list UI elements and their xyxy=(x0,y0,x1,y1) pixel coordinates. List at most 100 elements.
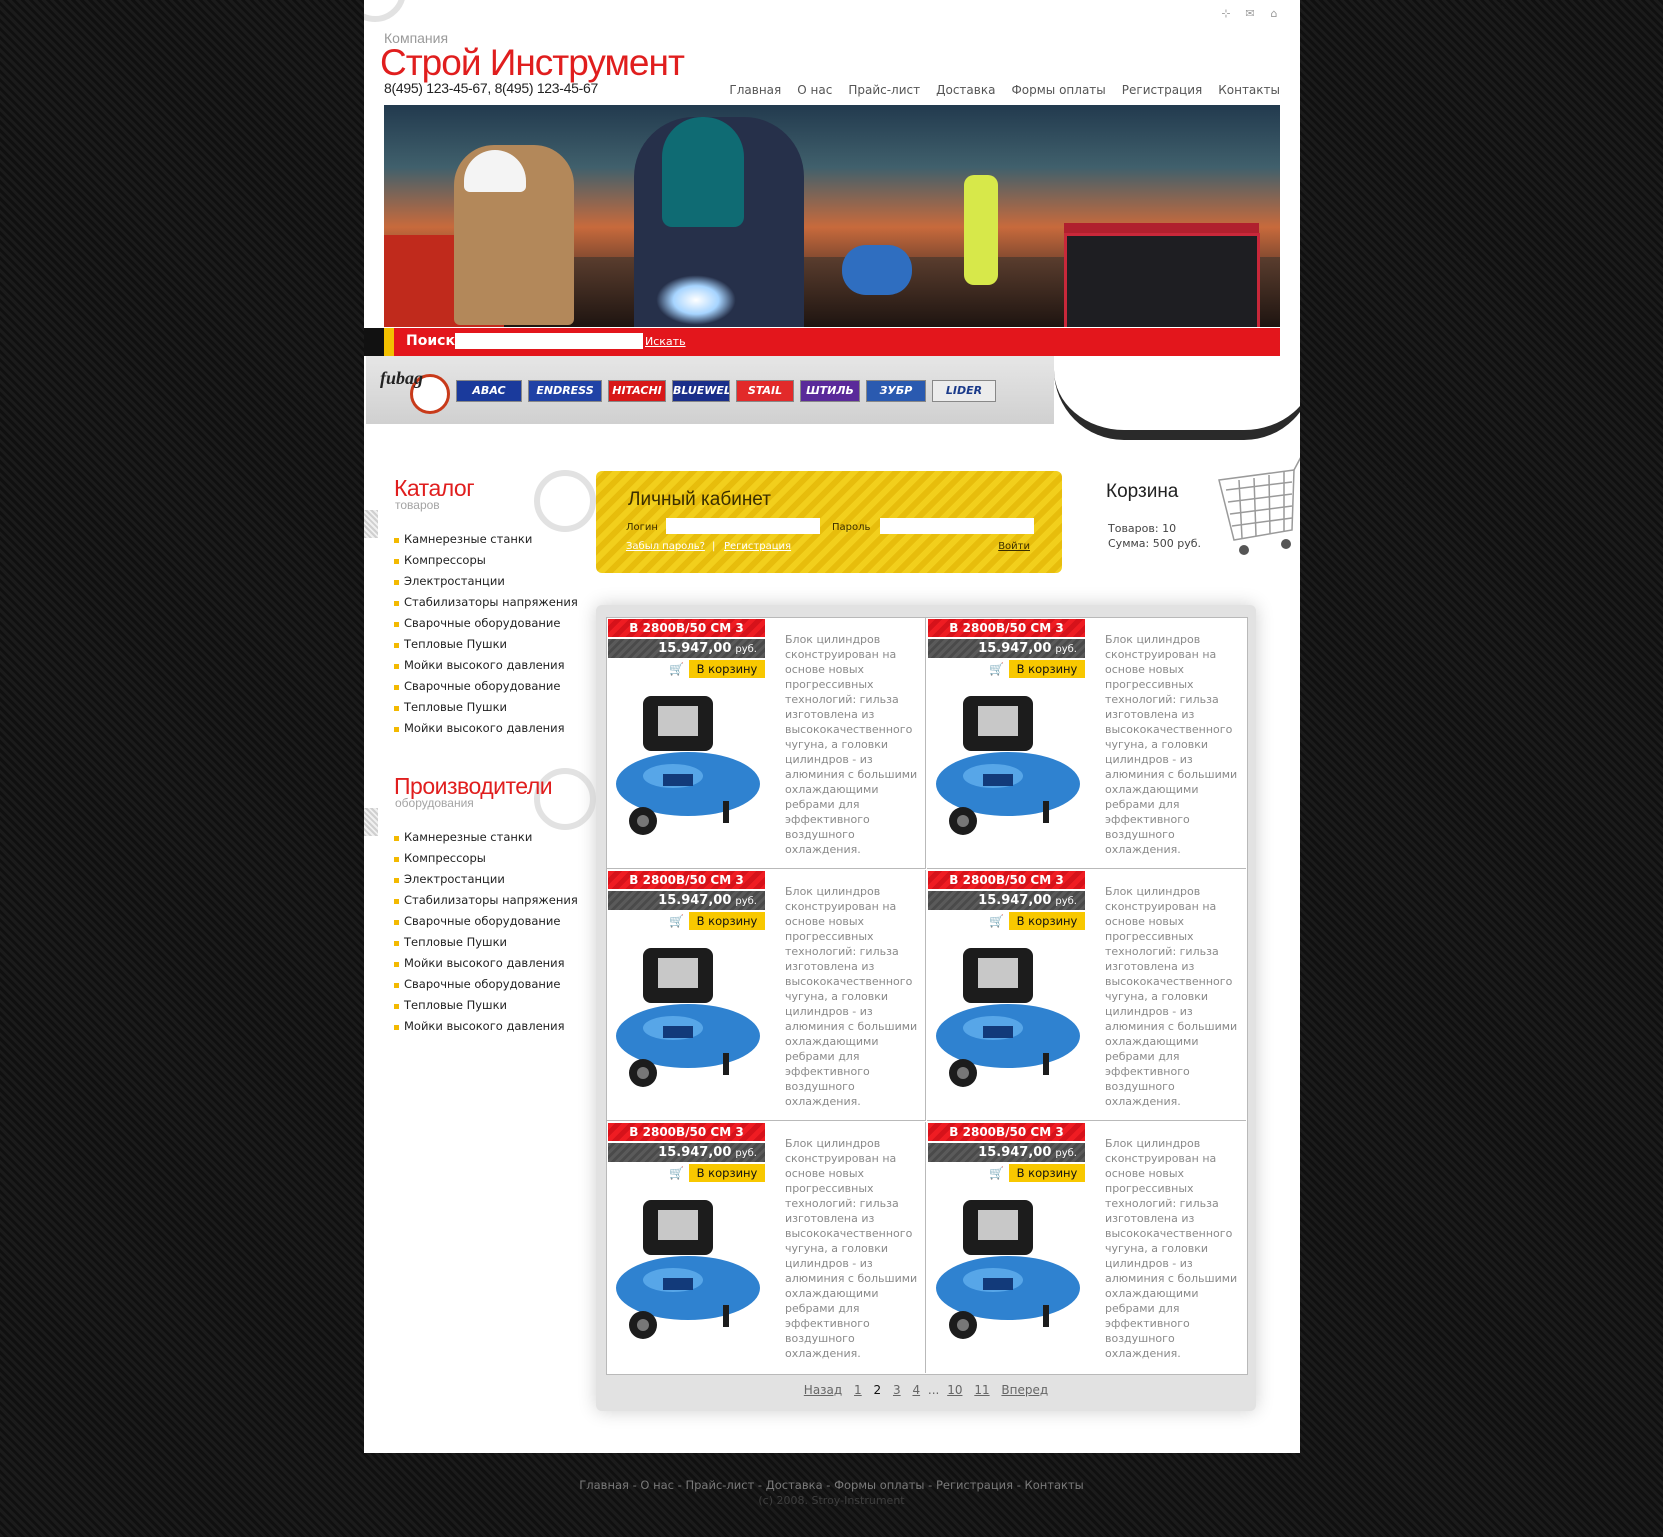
pager-page[interactable]: 4 xyxy=(912,1383,920,1397)
product-name[interactable]: В 2800В/50 СМ 3 xyxy=(608,1123,765,1141)
shopping-cart-icon[interactable] xyxy=(1214,450,1300,560)
nav-about[interactable]: О нас xyxy=(797,83,832,97)
footer-link-pricelist[interactable]: Прайс-лист xyxy=(685,1478,754,1492)
pager-current-page: 2 xyxy=(873,1383,882,1397)
makers-list: Камнерезные станки Компрессоры Электрост… xyxy=(392,830,578,1040)
compressor-image[interactable] xyxy=(933,696,1083,846)
maker-item[interactable]: Тепловые Пушки xyxy=(392,998,562,1019)
catalog-item[interactable]: Стабилизаторы напряжения xyxy=(392,595,578,616)
sitemap-icon[interactable]: ⊹ xyxy=(1220,8,1232,20)
catalog-item[interactable]: Тепловые Пушки xyxy=(392,700,562,721)
brand-logo-endress[interactable]: ENDRESS xyxy=(528,380,602,402)
page-container: ⊹ ✉ ⌂ Компания Строй Инструмент 8(495) 1… xyxy=(364,0,1300,1453)
product-description: Блок цилиндров сконструирован на основе … xyxy=(1105,633,1238,856)
nav-contacts[interactable]: Контакты xyxy=(1218,83,1280,97)
home-icon[interactable]: ⌂ xyxy=(1268,8,1280,20)
brand-logo-blueweld[interactable]: BLUEWELD xyxy=(672,380,730,402)
catalog-item[interactable]: Камнерезные станки xyxy=(392,532,562,553)
forgot-password-link[interactable]: Забыл пароль? xyxy=(626,541,705,552)
catalog-item[interactable]: Сварочные оборудование xyxy=(392,616,562,637)
product-name[interactable]: В 2800В/50 СМ 3 xyxy=(928,619,1085,637)
brand-logo-shtil[interactable]: ШТИЛЬ xyxy=(800,380,860,402)
brand-logo-abac[interactable]: ABAC xyxy=(456,380,522,402)
compressor-image[interactable] xyxy=(613,948,763,1098)
generator-cable xyxy=(1054,370,1300,440)
brand-logo-stail[interactable]: STAIL xyxy=(736,380,794,402)
price-currency: руб. xyxy=(735,644,757,655)
add-to-cart-button[interactable]: В корзину xyxy=(689,912,765,930)
compressor-image[interactable] xyxy=(933,948,1083,1098)
brand-logo-lider[interactable]: LIDER xyxy=(932,380,996,402)
product-card: В 2800В/50 СМ 3 15.947,00 руб. 🛒 В корзин… xyxy=(927,870,1246,1121)
maker-item[interactable]: Сварочные оборудование xyxy=(392,914,562,935)
cart-icon: 🛒 xyxy=(669,914,684,928)
compressor-image[interactable] xyxy=(613,1200,763,1350)
catalog-item[interactable]: Сварочные оборудование xyxy=(392,679,562,700)
add-to-cart-button[interactable]: В корзину xyxy=(689,660,765,678)
nav-delivery[interactable]: Доставка xyxy=(936,83,995,97)
product-grid-panel: В 2800В/50 СМ 3 15.947,00 руб. 🛒 В корзин… xyxy=(596,605,1256,1411)
maker-item[interactable]: Камнерезные станки xyxy=(392,830,562,851)
login-field[interactable] xyxy=(666,518,820,534)
pager-prev[interactable]: Назад xyxy=(804,1383,842,1397)
footer-link-delivery[interactable]: Доставка xyxy=(766,1478,823,1492)
product-name[interactable]: В 2800В/50 СМ 3 xyxy=(608,619,765,637)
search-label: Поиск xyxy=(406,333,455,349)
product-price: 15.947,00 руб. xyxy=(928,1143,1085,1162)
price-value: 15.947,00 xyxy=(978,893,1052,908)
product-description: Блок цилиндров сконструирован на основе … xyxy=(785,885,918,1108)
add-to-cart-button[interactable]: В корзину xyxy=(689,1164,765,1182)
footer-separator: - xyxy=(674,1478,686,1492)
add-to-cart-button[interactable]: В корзину xyxy=(1009,1164,1085,1182)
footer-link-registration[interactable]: Регистрация xyxy=(936,1478,1013,1492)
pager-page[interactable]: 1 xyxy=(854,1383,862,1397)
maker-item[interactable]: Электростанции xyxy=(392,872,562,893)
decor-swirl xyxy=(534,470,596,532)
nav-registration[interactable]: Регистрация xyxy=(1122,83,1202,97)
cart-icon: 🛒 xyxy=(989,662,1004,676)
product-name[interactable]: В 2800В/50 СМ 3 xyxy=(608,871,765,889)
cart-icon: 🛒 xyxy=(669,662,684,676)
add-to-cart-button[interactable]: В корзину xyxy=(1009,912,1085,930)
mail-icon[interactable]: ✉ xyxy=(1244,8,1256,20)
footer-link-home[interactable]: Главная xyxy=(579,1478,629,1492)
pager-next[interactable]: Вперед xyxy=(1001,1383,1048,1397)
pager-page[interactable]: 11 xyxy=(974,1383,989,1397)
nav-payment[interactable]: Формы оплаты xyxy=(1011,83,1105,97)
compressor-image[interactable] xyxy=(933,1200,1083,1350)
search-button[interactable]: Искать xyxy=(645,335,686,348)
maker-item[interactable]: Тепловые Пушки xyxy=(392,935,562,956)
nav-pricelist[interactable]: Прайс-лист xyxy=(848,83,920,97)
phone-numbers: 8(495) 123-45-67, 8(495) 123-45-67 xyxy=(384,80,598,96)
maker-item[interactable]: Сварочные оборудование xyxy=(392,977,562,998)
pager-page[interactable]: 10 xyxy=(947,1383,962,1397)
catalog-item[interactable]: Мойки высокого давления xyxy=(392,721,565,742)
nav-home[interactable]: Главная xyxy=(729,83,781,97)
catalog-item[interactable]: Тепловые Пушки xyxy=(392,637,562,658)
login-submit-button[interactable]: Войти xyxy=(998,541,1030,552)
brand-logo-fubag[interactable]: fubag xyxy=(380,368,423,389)
maker-item[interactable]: Мойки высокого давления xyxy=(392,1019,565,1040)
search-input[interactable] xyxy=(455,333,643,349)
brand-logo-zubr[interactable]: ЗУБР xyxy=(866,380,926,402)
brand-logo-hitachi[interactable]: HITACHI xyxy=(608,380,666,402)
footer-link-contacts[interactable]: Контакты xyxy=(1025,1478,1084,1492)
brand-title[interactable]: Строй Инструмент xyxy=(380,42,685,84)
footer-link-about[interactable]: О нас xyxy=(640,1478,674,1492)
pager-page[interactable]: 3 xyxy=(893,1383,901,1397)
maker-item[interactable]: Мойки высокого давления xyxy=(392,956,565,977)
catalog-item[interactable]: Электростанции xyxy=(392,574,562,595)
product-name[interactable]: В 2800В/50 СМ 3 xyxy=(928,1123,1085,1141)
password-field[interactable] xyxy=(880,518,1034,534)
product-name[interactable]: В 2800В/50 СМ 3 xyxy=(928,871,1085,889)
footer-link-payment[interactable]: Формы оплаты xyxy=(834,1478,924,1492)
maker-item[interactable]: Компрессоры xyxy=(392,851,562,872)
maker-item[interactable]: Стабилизаторы напряжения xyxy=(392,893,578,914)
add-to-cart-button[interactable]: В корзину xyxy=(1009,660,1085,678)
catalog-item[interactable]: Мойки высокого давления xyxy=(392,658,565,679)
catalog-item[interactable]: Компрессоры xyxy=(392,553,562,574)
makers-subtitle: оборудования xyxy=(395,796,474,810)
catalog-subtitle: товаров xyxy=(395,498,440,512)
compressor-image[interactable] xyxy=(613,696,763,846)
register-link[interactable]: Регистрация xyxy=(724,541,791,552)
